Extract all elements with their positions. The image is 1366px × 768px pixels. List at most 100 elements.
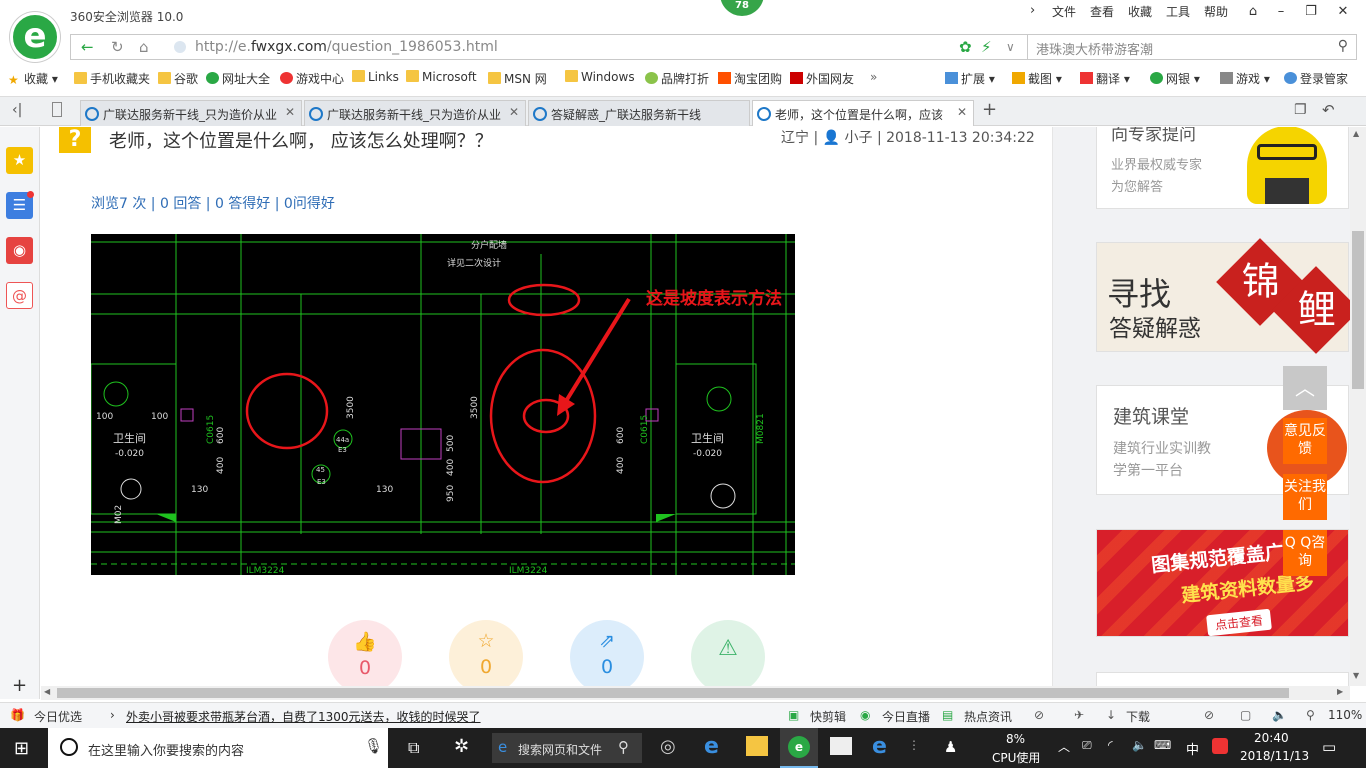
screenshot-button[interactable]: 截图 ▾ bbox=[1012, 70, 1062, 87]
feedback-button[interactable]: 意见反馈 bbox=[1283, 418, 1327, 464]
tab-4-active[interactable]: 老师，这个位置是什么啊，应该 ✕ bbox=[752, 100, 974, 126]
bookmark-foreign[interactable]: 外国网友 bbox=[790, 70, 854, 87]
translate-button[interactable]: 翻译 ▾ bbox=[1080, 70, 1130, 87]
like-button[interactable]: 👍 0 bbox=[328, 620, 402, 686]
bookmark-hao[interactable]: 网址大全 bbox=[206, 70, 270, 87]
volume-tray-icon[interactable]: 🔈 bbox=[1132, 738, 1147, 752]
download-icon[interactable]: ↓ bbox=[1106, 708, 1116, 722]
news-ticker-link[interactable]: 外卖小哥被要求带瓶茅台酒，自费了1300元送去，收钱的时候哭了 bbox=[126, 708, 481, 725]
menu-favorites[interactable]: 收藏 bbox=[1128, 3, 1152, 20]
weibo-icon[interactable]: ◉ bbox=[6, 237, 33, 264]
app-icon[interactable]: ◎ bbox=[660, 736, 676, 757]
zoom-level[interactable]: 110% bbox=[1328, 708, 1362, 722]
bookmark-games[interactable]: 游戏中心 bbox=[280, 70, 344, 87]
volume-icon[interactable]: 🔈 bbox=[1272, 708, 1287, 722]
games-button[interactable]: 游戏 ▾ bbox=[1220, 70, 1270, 87]
window-icon[interactable]: ▢ bbox=[1240, 708, 1251, 722]
bookmark-taobao[interactable]: 淘宝团购 bbox=[718, 70, 782, 87]
tray-expand-icon[interactable]: ︿ bbox=[1058, 738, 1070, 755]
tab-close-icon[interactable]: ✕ bbox=[957, 105, 967, 119]
app-pinwheel-icon[interactable]: ✲ bbox=[454, 736, 469, 757]
taskbar-360-browser[interactable]: e bbox=[780, 728, 818, 768]
security-icon[interactable]: ✿ bbox=[959, 38, 972, 56]
vertical-scrollbar[interactable]: ▲ ▼ bbox=[1350, 127, 1366, 686]
cortana-search-box[interactable]: 在这里输入你要搜索的内容 🎙 bbox=[48, 728, 388, 768]
search-input[interactable]: 港珠澳大桥带游客潮 bbox=[1036, 39, 1153, 58]
wifi-icon[interactable]: ◜ bbox=[1108, 738, 1113, 752]
undo-close-icon[interactable]: ↶ bbox=[1322, 101, 1335, 119]
chevron-right-icon[interactable]: › bbox=[1030, 3, 1035, 18]
web-search-box[interactable]: e 搜索网页和文件 ⚲ bbox=[492, 733, 642, 763]
zoom-icon[interactable]: ⚲ bbox=[1306, 708, 1315, 722]
mail-icon[interactable]: @ bbox=[6, 282, 33, 309]
menu-view[interactable]: 查看 bbox=[1090, 3, 1114, 20]
bookmark-msn[interactable]: MSN 网 bbox=[488, 70, 547, 87]
network-device-icon[interactable]: ⎚ bbox=[1082, 738, 1092, 753]
live-icon[interactable]: ◉ bbox=[860, 708, 870, 722]
restore-tabs-icon[interactable]: ❐ bbox=[1294, 102, 1307, 118]
ime-indicator[interactable]: 中 bbox=[1186, 739, 1199, 758]
sidebar-toggle-icon[interactable]: ‹| bbox=[12, 102, 22, 118]
page-icon[interactable] bbox=[52, 102, 62, 117]
menu-tools[interactable]: 工具 bbox=[1166, 3, 1190, 20]
browser-mode-icon[interactable]: ⊘ bbox=[1204, 708, 1214, 722]
search-box[interactable]: 港珠澳大桥带游客潮 ⚲ bbox=[1027, 34, 1357, 60]
add-sidebar-item-icon[interactable]: + bbox=[12, 675, 27, 696]
video-edit-icon[interactable]: ▣ bbox=[788, 708, 799, 722]
ebank-button[interactable]: 网银 ▾ bbox=[1150, 70, 1200, 87]
more-bookmarks-icon[interactable]: » bbox=[870, 70, 877, 84]
browser-logo-icon[interactable]: e bbox=[10, 12, 60, 62]
site-info-icon[interactable] bbox=[174, 41, 186, 53]
internet-explorer-icon[interactable]: e bbox=[704, 734, 719, 759]
keyboard-icon[interactable]: ⌨ bbox=[1154, 738, 1171, 752]
speed-mode-icon[interactable]: ⚡ bbox=[981, 38, 992, 56]
qq-consult-button[interactable]: Q Q咨询 bbox=[1283, 530, 1327, 576]
clock-date[interactable]: 2018/11/13 bbox=[1240, 749, 1309, 763]
expert-box[interactable]: 向专家提问 业界最权威专家 为您解答 bbox=[1096, 127, 1349, 209]
minimize-button[interactable]: – bbox=[1266, 0, 1296, 24]
download-link[interactable]: 下载 bbox=[1126, 708, 1150, 725]
task-view-icon[interactable]: ⧉ bbox=[408, 738, 419, 758]
quick-edit-link[interactable]: 快剪辑 bbox=[810, 708, 846, 725]
tab-close-icon[interactable]: ✕ bbox=[509, 105, 519, 119]
speed-icon[interactable]: ⊘ bbox=[1034, 708, 1044, 722]
skin-icon[interactable]: ⌂ bbox=[1238, 0, 1268, 24]
address-bar[interactable]: ← ↻ ⌂ http://e.fwxgx.com/question_198605… bbox=[70, 34, 1028, 60]
windows-start-icon[interactable]: ⊞ bbox=[14, 738, 29, 759]
scroll-down-icon[interactable]: ▼ bbox=[1353, 671, 1359, 680]
close-button[interactable]: ✕ bbox=[1328, 0, 1358, 24]
back-icon[interactable]: ← bbox=[81, 38, 94, 56]
pin-icon[interactable]: ✈ bbox=[1074, 708, 1084, 722]
taskbar-overflow-icon[interactable]: ⋮ bbox=[908, 738, 920, 752]
microphone-icon[interactable]: 🎙 bbox=[364, 737, 383, 755]
favorite-button[interactable]: ☆ 0 bbox=[449, 620, 523, 686]
live-link[interactable]: 今日直播 bbox=[882, 708, 930, 725]
gift-icon[interactable]: 🎁 bbox=[10, 708, 25, 722]
menu-help[interactable]: 帮助 bbox=[1204, 3, 1228, 20]
file-explorer-icon[interactable] bbox=[746, 736, 768, 756]
bookmark-brand[interactable]: 品牌打折 bbox=[645, 70, 709, 87]
sogou-ime-icon[interactable] bbox=[1212, 738, 1228, 754]
tab-close-icon[interactable]: ✕ bbox=[285, 105, 295, 119]
today-picks[interactable]: 今日优选 bbox=[34, 708, 82, 725]
login-manager-button[interactable]: 登录管家 bbox=[1284, 70, 1348, 87]
favorites-star-icon[interactable]: ★ bbox=[6, 147, 33, 174]
vertical-scroll-thumb[interactable] bbox=[1352, 231, 1364, 389]
extensions-button[interactable]: 扩展 ▾ bbox=[945, 70, 995, 87]
find-koi-banner[interactable]: 寻找 答疑解惑 锦 鲤 bbox=[1096, 238, 1350, 354]
new-tab-button[interactable]: + bbox=[982, 99, 997, 120]
restore-button[interactable]: ❐ bbox=[1296, 0, 1326, 24]
report-button[interactable]: ⚠ bbox=[691, 620, 765, 686]
question-stats[interactable]: 浏览7 次 | 0 回答 | 0 答得好 | 0问得好 bbox=[91, 193, 335, 213]
notification-center-icon[interactable]: ▭ bbox=[1322, 738, 1336, 756]
bookmark-links[interactable]: Links bbox=[352, 70, 399, 84]
tab-1[interactable]: 广联达服务新干线_只为造价从业 ✕ bbox=[80, 100, 302, 126]
dropdown-icon[interactable]: ∨ bbox=[1006, 40, 1015, 54]
follow-button[interactable]: 关注我们 bbox=[1283, 474, 1327, 520]
mail-app-icon[interactable] bbox=[830, 737, 852, 755]
tab-2[interactable]: 广联达服务新干线_只为造价从业 ✕ bbox=[304, 100, 526, 126]
horizontal-scrollbar[interactable]: ◀ ▶ bbox=[41, 686, 1350, 700]
bookmark-mobile[interactable]: 手机收藏夹 bbox=[74, 70, 150, 87]
hot-news-link[interactable]: 热点资讯 bbox=[964, 708, 1012, 725]
edge-icon[interactable]: e bbox=[872, 734, 887, 759]
